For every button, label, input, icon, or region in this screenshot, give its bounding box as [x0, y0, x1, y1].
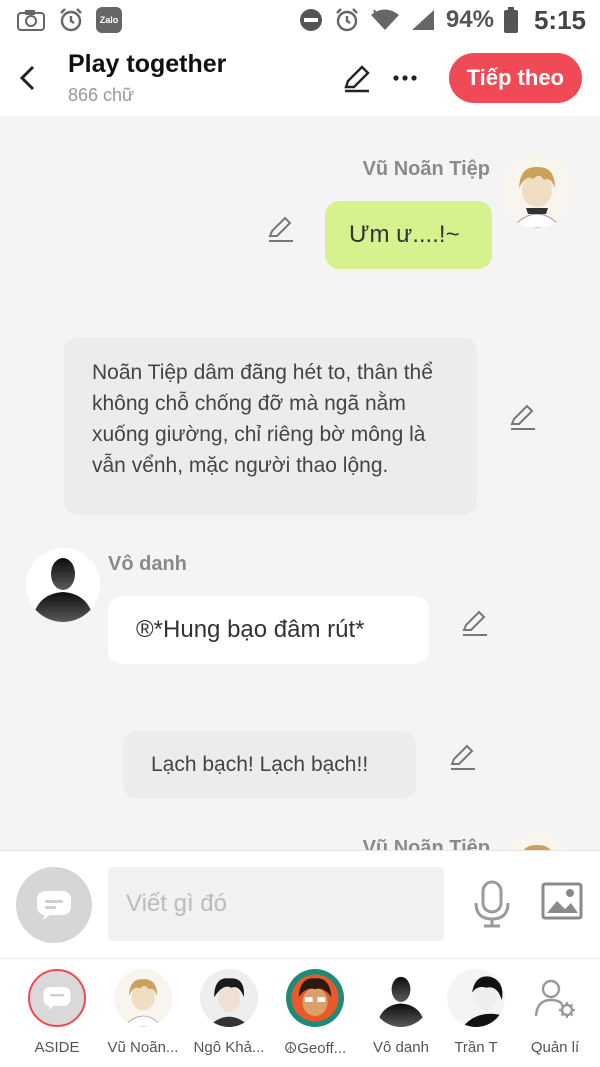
character-avatar-icon	[447, 969, 505, 1027]
message-bubble[interactable]: Ưm ư....!~	[325, 201, 492, 269]
more-dots-icon	[393, 75, 417, 81]
character-item[interactable]: Trần T	[436, 969, 516, 1056]
aside-avatar	[28, 969, 86, 1027]
alarm-icon	[336, 8, 358, 32]
word-count: 866 chữ	[68, 85, 135, 105]
character-item[interactable]: ☮Geoff...	[272, 969, 358, 1057]
character-avatar-icon	[500, 832, 574, 850]
character-label: Quản lí	[530, 1039, 580, 1056]
avatar	[447, 969, 505, 1027]
manage-button[interactable]: Quản lí	[516, 969, 594, 1056]
chat-area[interactable]: Vũ Noãn Tiệp Ưm ư....!~ Noãn Tiệp dâm đã…	[0, 116, 600, 850]
anonymous-avatar-icon	[26, 548, 100, 622]
do-not-disturb-icon	[299, 9, 322, 31]
avatar	[372, 969, 430, 1027]
sender-name: Vũ Noãn Tiệp	[362, 837, 490, 850]
battery-percent: 94%	[445, 6, 494, 33]
message-bubble[interactable]: ®*Hung bạo đâm rút*	[108, 596, 429, 664]
character-label: Trần T	[454, 1039, 498, 1056]
clock: 5:15	[533, 4, 586, 35]
edit-icon[interactable]	[448, 742, 478, 772]
character-label: Vũ Noãn...	[107, 1039, 179, 1056]
pencil-icon	[343, 65, 370, 93]
back-arrow-icon	[19, 65, 35, 91]
character-item[interactable]: Vô danh	[358, 969, 444, 1056]
user-settings-icon	[534, 979, 575, 1018]
page-title: Play together	[68, 50, 227, 78]
title-block: Play together 866 chữ	[68, 50, 335, 106]
sender-name: Vô danh	[108, 553, 187, 575]
avatar[interactable]	[500, 154, 574, 228]
character-item[interactable]: Ngô Khả...	[186, 969, 272, 1056]
avatar	[114, 969, 172, 1027]
character-avatar-icon	[500, 154, 574, 228]
avatar	[200, 969, 258, 1027]
narration-bubble[interactable]: Noãn Tiệp dâm đãng hét to, thân thể khôn…	[64, 337, 477, 515]
image-button[interactable]	[540, 881, 584, 926]
status-bar: Zalo 94% 5:15	[0, 0, 600, 40]
camera-icon	[17, 10, 45, 31]
zalo-icon: Zalo	[96, 7, 122, 33]
composer	[0, 850, 600, 958]
character-label: ASIDE	[34, 1039, 80, 1056]
character-avatar-icon	[286, 969, 344, 1027]
battery-icon	[503, 7, 518, 33]
next-button[interactable]: Tiếp theo	[448, 53, 582, 103]
sender-name: Vũ Noãn Tiệp	[362, 158, 490, 180]
character-avatar-icon	[200, 969, 258, 1027]
header: Play together 866 chữ Tiếp theo	[0, 40, 600, 116]
edit-icon[interactable]	[266, 214, 296, 244]
avatar[interactable]	[26, 548, 100, 622]
aside-toggle-button[interactable]	[16, 867, 92, 943]
chat-bubble-icon	[37, 891, 71, 920]
more-button[interactable]	[383, 56, 427, 100]
anonymous-avatar-icon	[372, 969, 430, 1027]
character-label: Ngô Khả...	[193, 1039, 265, 1056]
narration-bubble[interactable]: Lạch bạch! Lạch bạch!!	[123, 731, 416, 799]
character-label: ☮Geoff...	[283, 1040, 347, 1057]
edit-icon[interactable]	[460, 608, 490, 638]
manage-icon-wrap	[526, 969, 584, 1027]
chat-bubble-icon	[43, 986, 71, 1010]
alarm-icon	[60, 8, 82, 32]
message-input[interactable]	[108, 867, 444, 941]
microphone-button[interactable]	[470, 879, 514, 934]
character-item[interactable]: Vũ Noãn...	[100, 969, 186, 1056]
back-button[interactable]	[0, 40, 54, 116]
edit-title-button[interactable]	[335, 56, 379, 100]
character-avatar-icon	[114, 969, 172, 1027]
image-icon	[541, 882, 583, 920]
avatar[interactable]	[500, 832, 574, 850]
character-bar: ASIDE Vũ Noãn... Ngô Khả... ☮Geoff... Vô…	[0, 958, 600, 1067]
microphone-icon	[474, 880, 510, 928]
signal-icon	[411, 10, 434, 30]
wifi-icon	[370, 9, 399, 30]
character-label: Vô danh	[373, 1039, 429, 1056]
avatar	[286, 969, 344, 1027]
character-item-aside[interactable]: ASIDE	[14, 969, 100, 1056]
edit-icon[interactable]	[508, 402, 538, 432]
